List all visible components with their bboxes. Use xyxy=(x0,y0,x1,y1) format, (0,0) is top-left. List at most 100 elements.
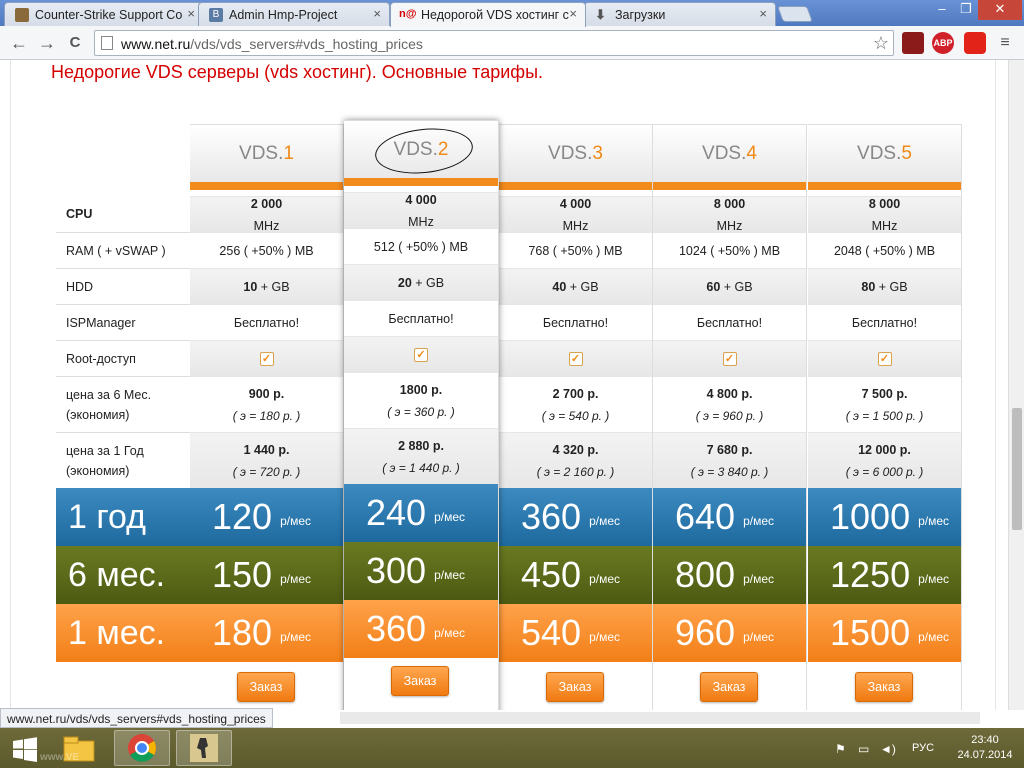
chrome-icon[interactable] xyxy=(114,730,170,766)
plan-header: VDS.3 xyxy=(499,124,652,182)
tray-volume-icon[interactable]: ◄) xyxy=(880,742,896,756)
price-1y-saving: ( э = 6 000 р. ) xyxy=(845,464,924,479)
language-indicator[interactable]: РУС xyxy=(912,742,934,754)
price-1-month-cell: 960 р/мес xyxy=(653,604,806,662)
price-1-month-cell: 180 р/мес xyxy=(190,604,343,662)
price-6m: 2 700 р. xyxy=(552,386,599,401)
plan-accent-bar xyxy=(499,182,652,190)
tab-title: Admin Hmp-Project xyxy=(229,8,338,22)
order-button[interactable]: Заказ xyxy=(237,672,295,702)
url-text: www.net.ru/vds/vds_servers#vds_hosting_p… xyxy=(121,36,423,52)
tray-flag-icon[interactable]: ⚑ xyxy=(835,742,846,756)
label-price-1y-line1: цена за 1 Год xyxy=(66,443,144,458)
horizontal-scrollbar[interactable] xyxy=(340,712,980,724)
price-6m-cell: 4 800 р. ( э = 960 р. ) xyxy=(653,376,806,432)
hdd-unit: + GB xyxy=(720,279,753,294)
menu-icon[interactable]: ≡ xyxy=(994,32,1016,54)
vertical-scrollbar[interactable] xyxy=(1008,60,1024,710)
tab-admin[interactable]: B Admin Hmp-Project × xyxy=(198,2,390,26)
order-button[interactable]: Заказ xyxy=(391,666,449,696)
browser-toolbar: ← → C www.net.ru/vds/vds_servers#vds_hos… xyxy=(0,26,1024,60)
plan-accent-bar xyxy=(653,182,806,190)
ram-value: 1024 ( +50% ) MB xyxy=(678,243,781,258)
extension-red-icon[interactable] xyxy=(964,32,986,54)
tab-close-button[interactable]: × xyxy=(569,6,577,21)
price-6m-cell: 2 700 р. ( э = 540 р. ) xyxy=(499,376,652,432)
price-year-value: 120 xyxy=(212,496,273,537)
price-year-cell: 640 р/мес xyxy=(653,488,806,546)
price-1-month-value: 1500 xyxy=(830,612,911,653)
cpu-cell: 8 000 MHz xyxy=(808,196,961,233)
checkbox-icon: ✓ xyxy=(877,351,892,366)
tab-downloads[interactable]: ⬇ Загрузки × xyxy=(584,2,776,26)
plan-column-vds5: VDS.5 8 000 MHz 2048 ( +50% ) MB 80 + GB Бес… xyxy=(808,124,962,710)
plan-number: 3 xyxy=(592,143,603,164)
order-button[interactable]: Заказ xyxy=(700,672,758,702)
ispmanager-cell: Бесплатно! xyxy=(190,304,343,340)
ispmanager-cell: Бесплатно! xyxy=(499,304,652,340)
cpu-cell: 2 000 MHz xyxy=(190,196,343,233)
cpu-cell: 8 000 MHz xyxy=(653,196,806,233)
price-6m: 900 р. xyxy=(248,386,285,401)
tab-close-button[interactable]: × xyxy=(759,6,767,21)
price-1y: 12 000 р. xyxy=(858,442,911,457)
extension-icon[interactable] xyxy=(902,32,924,54)
price-unit: р/мес xyxy=(743,572,775,586)
price-1y-saving: ( э = 3 840 р. ) xyxy=(690,464,769,479)
close-window-button[interactable]: ✕ xyxy=(978,0,1022,20)
price-6-months-value: 150 xyxy=(212,554,273,595)
hdd-unit: + GB xyxy=(566,279,599,294)
back-button[interactable]: ← xyxy=(8,32,30,54)
label-price-6m-line2: (экономия) xyxy=(66,407,130,422)
price-year-cell: 240 р/мес xyxy=(344,484,498,542)
price-unit: р/мес xyxy=(743,514,775,528)
order-button[interactable]: Заказ xyxy=(546,672,604,702)
label-price-6m-line1: цена за 6 Мес. xyxy=(66,387,152,402)
price-unit: р/мес xyxy=(743,630,775,644)
forward-button[interactable]: → xyxy=(36,32,58,54)
new-tab-button[interactable] xyxy=(777,6,813,22)
scrollbar-thumb[interactable] xyxy=(1012,408,1022,530)
tab-close-button[interactable]: × xyxy=(373,6,381,21)
root-cell: ✓ xyxy=(190,340,343,376)
plan-number: 4 xyxy=(746,143,757,164)
tray-monitor-icon[interactable]: ▭ xyxy=(858,742,869,756)
windows-start-icon[interactable] xyxy=(6,730,42,766)
cs-icon[interactable] xyxy=(176,730,232,766)
plan-column-vds3: VDS.3 4 000 MHz 768 ( +50% ) MB 40 + GB Бесп… xyxy=(499,124,653,710)
price-1y-cell: 12 000 р. ( э = 6 000 р. ) xyxy=(808,432,961,488)
label-1-month: 1 мес. xyxy=(56,604,190,662)
ram-cell: 768 ( +50% ) MB xyxy=(499,232,652,268)
cpu-value: 2 000 xyxy=(250,196,283,211)
cpu-value: 4 000 xyxy=(559,196,592,211)
restore-button[interactable]: ❐ xyxy=(954,0,978,20)
price-year-cell: 360 р/мес xyxy=(499,488,652,546)
price-6-months-value: 1250 xyxy=(830,554,911,595)
price-6m-saving: ( э = 1 500 р. ) xyxy=(845,408,924,423)
tab-close-button[interactable]: × xyxy=(187,6,195,21)
label-hdd: HDD xyxy=(56,268,190,304)
price-1-month-cell: 360 р/мес xyxy=(344,600,498,658)
price-year-cell: 120 р/мес xyxy=(190,488,343,546)
star-icon[interactable]: ☆ xyxy=(873,33,889,54)
plan-name: VDS. xyxy=(857,143,902,164)
address-bar[interactable]: www.net.ru/vds/vds_servers#vds_hosting_p… xyxy=(94,30,894,56)
checkbox-icon: ✓ xyxy=(568,351,583,366)
price-1-month-value: 180 xyxy=(212,612,273,653)
tab-counter-strike[interactable]: Counter-Strike Support Co × xyxy=(4,2,204,26)
minimize-button[interactable]: – xyxy=(930,0,954,20)
order-button[interactable]: Заказ xyxy=(855,672,913,702)
clock[interactable]: 23:40 24.07.2014 xyxy=(950,733,1020,763)
plan-name: VDS. xyxy=(548,143,593,164)
root-cell: ✓ xyxy=(808,340,961,376)
price-unit: р/мес xyxy=(918,630,950,644)
price-1y-saving: ( э = 2 160 р. ) xyxy=(536,464,615,479)
abp-icon[interactable]: ABP xyxy=(932,32,954,54)
reload-button[interactable]: C xyxy=(64,32,86,54)
hdd-unit: + GB xyxy=(875,279,908,294)
taskbar xyxy=(0,728,1024,768)
root-cell: ✓ xyxy=(344,336,498,372)
price-6-months-value: 300 xyxy=(366,550,427,591)
tab-vds-hosting[interactable]: n@ Недорогой VDS хостинг с × xyxy=(390,2,586,27)
price-year-value: 240 xyxy=(366,492,427,533)
